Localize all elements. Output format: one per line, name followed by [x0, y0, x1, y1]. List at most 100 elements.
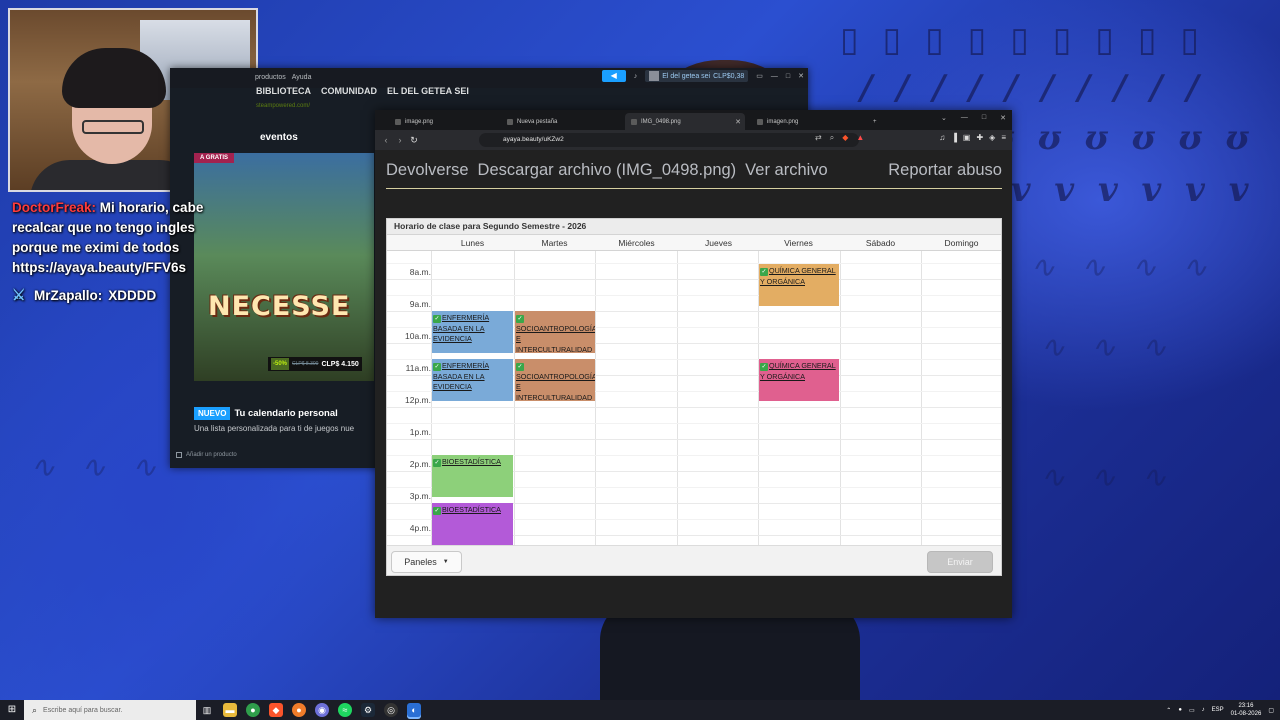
- grid-line: [387, 295, 1001, 296]
- rewards-icon[interactable]: ▲: [856, 133, 864, 143]
- sidebar-icon[interactable]: ▐: [951, 133, 957, 142]
- steam-icon[interactable]: ⚙: [361, 703, 375, 717]
- page-nav: Devolverse Descargar archivo (IMG_0498.p…: [386, 161, 1002, 180]
- new-feature-title: Tu calendario personal: [234, 408, 338, 419]
- browser-active-icon[interactable]: ◐: [407, 703, 421, 717]
- class-event[interactable]: ✓ BIOESTADÍSTICA: [432, 503, 513, 545]
- grid-line: [387, 407, 1001, 408]
- back-link[interactable]: Devolverse: [386, 161, 469, 180]
- maximize-icon[interactable]: □: [982, 114, 986, 122]
- check-icon: ✓: [433, 459, 441, 467]
- back-icon[interactable]: ‹: [379, 135, 393, 145]
- class-event[interactable]: ✓ QUÍMICA GENERAL Y ORGÁNICA: [759, 359, 839, 401]
- spotify-icon[interactable]: ≈: [338, 703, 352, 717]
- windows-start-icon[interactable]: ⊞: [0, 700, 24, 720]
- address-bar[interactable]: ayaya.beauty/uKZw2: [479, 133, 859, 147]
- add-product-button[interactable]: Añadir un producto: [176, 452, 237, 458]
- stream-chat: DoctorFreak: Mi horario, cabe recalcar q…: [12, 198, 242, 306]
- search-icon: ⌕: [32, 704, 38, 715]
- taskbar: ⊞ ⌕ Escribe aquí para buscar. ▥ ▬ ● ◆ ● …: [0, 700, 1280, 720]
- tab-bar: image.png Nueva pestaña IMG_0498.png ✕ i…: [375, 110, 1012, 130]
- chrome-icon[interactable]: ●: [246, 703, 260, 717]
- schedule-image: Horario de clase para Segundo Semestre -…: [386, 218, 1002, 576]
- download-link[interactable]: Descargar archivo (IMG_0498.png): [478, 161, 737, 180]
- file-icon: [631, 118, 637, 125]
- close-icon[interactable]: ✕: [735, 118, 741, 126]
- steam-tray: ◀ ♪ El del getea sei CLP$0,38 ▭ — □ ✕: [601, 70, 804, 82]
- browser-toolbar: ‹ › ↻ ayaya.beauty/uKZw2 ⇄ ⌕ ◆ ▲ ♫ ▐ ▣ ✚…: [375, 130, 1012, 150]
- menu-icon[interactable]: ≡: [1001, 133, 1006, 142]
- zoom-icon[interactable]: ⌕: [830, 133, 834, 143]
- chevron-down-icon[interactable]: ⌄: [941, 114, 947, 122]
- steam-menu-products[interactable]: productos: [255, 74, 286, 81]
- volume-icon[interactable]: ♪: [1202, 707, 1205, 713]
- check-icon: ✓: [516, 363, 524, 371]
- language-indicator[interactable]: ESP: [1212, 707, 1224, 713]
- hour-label: 1p.m.: [409, 427, 431, 437]
- tab-img0498[interactable]: IMG_0498.png ✕: [625, 113, 745, 130]
- panels-dropdown[interactable]: Paneles ▼: [391, 551, 462, 573]
- hour-label: 11a.m.: [405, 363, 431, 373]
- steam-user-menu[interactable]: El del getea sei CLP$0,38: [645, 70, 749, 82]
- steam-nav-library[interactable]: BIBLIOTECA: [256, 86, 311, 96]
- tab-new[interactable]: Nueva pestaña: [501, 113, 621, 130]
- send-button[interactable]: Enviar: [927, 551, 993, 573]
- hour-label: 9a.m.: [409, 299, 431, 309]
- class-event[interactable]: ✓ ENFERMERÍA BASADA EN LA EVIDENCIA: [432, 359, 513, 401]
- reload-icon[interactable]: ↻: [407, 135, 421, 146]
- event-title: SOCIOANTROPOLOGÍA E INTERCULTURALIDAD PA…: [516, 371, 595, 402]
- class-event[interactable]: ✓ QUÍMICA GENERAL Y ORGÁNICA: [759, 264, 839, 306]
- check-icon: ✓: [433, 315, 441, 323]
- obs-icon[interactable]: ◎: [384, 703, 398, 717]
- event-title: ENFERMERÍA BASADA EN LA EVIDENCIA: [433, 313, 490, 343]
- grid-line: [387, 423, 1001, 424]
- discord-icon[interactable]: ◉: [315, 703, 329, 717]
- class-event[interactable]: ✓SOCIOANTROPOLOGÍA E INTERCULTURALIDAD P…: [515, 311, 595, 353]
- steam-menu-help[interactable]: Ayuda: [292, 74, 312, 81]
- steam-display-icon[interactable]: ▭: [756, 72, 763, 80]
- close-icon[interactable]: ✕: [1000, 114, 1006, 122]
- tab-image[interactable]: image.png: [389, 113, 499, 130]
- firefox-icon[interactable]: ●: [292, 703, 306, 717]
- minimize-icon[interactable]: —: [771, 73, 778, 80]
- class-event[interactable]: ✓ BIOESTADÍSTICA: [432, 455, 513, 497]
- megaphone-icon[interactable]: ◀: [601, 70, 626, 82]
- new-feature[interactable]: NUEVO Tu calendario personal: [194, 407, 338, 420]
- wallpaper-pattern: ▯ ▯ ▯ ▯ ▯ ▯ ▯ ▯ ▯: [840, 20, 1206, 60]
- chevron-up-icon[interactable]: ⌃: [1166, 707, 1171, 714]
- wallpaper-pattern: ∿ ∿ ∿: [1040, 330, 1175, 365]
- brave-shield-icon[interactable]: ◆: [842, 133, 848, 143]
- browser-window: image.png Nueva pestaña IMG_0498.png ✕ i…: [375, 110, 1012, 618]
- vpn-icon[interactable]: ◈: [989, 133, 995, 142]
- class-event[interactable]: ✓SOCIOANTROPOLOGÍA E INTERCULTURALIDAD P…: [515, 359, 595, 401]
- view-link[interactable]: Ver archivo: [745, 161, 828, 180]
- bell-icon[interactable]: ♪: [634, 73, 638, 80]
- check-icon: ✓: [760, 268, 768, 276]
- report-link[interactable]: Reportar abuso: [888, 161, 1002, 180]
- notification-icon[interactable]: ▢: [1268, 707, 1274, 714]
- class-event[interactable]: ✓ ENFERMERÍA BASADA EN LA EVIDENCIA: [432, 311, 513, 353]
- mic-icon[interactable]: ●: [1178, 707, 1182, 713]
- network-icon[interactable]: ▭: [1189, 707, 1195, 714]
- tab-imagen[interactable]: imagen.png: [751, 113, 861, 130]
- music-icon[interactable]: ♫: [939, 133, 945, 142]
- forward-icon[interactable]: ›: [393, 135, 407, 145]
- brave-icon[interactable]: ◆: [269, 703, 283, 717]
- day-header: Jueves: [705, 238, 732, 248]
- taskbar-search[interactable]: ⌕ Escribe aquí para buscar.: [24, 700, 196, 720]
- maximize-icon[interactable]: □: [786, 73, 790, 80]
- minimize-icon[interactable]: —: [961, 114, 968, 122]
- task-view-icon[interactable]: ▥: [200, 703, 214, 717]
- translate-icon[interactable]: ⇄: [815, 133, 822, 143]
- clock[interactable]: 23:16 01-08-2026: [1231, 702, 1262, 718]
- file-icon: [395, 118, 401, 125]
- steam-nav-community[interactable]: COMUNIDAD: [321, 86, 377, 96]
- puzzle-icon[interactable]: ✚: [976, 133, 983, 142]
- close-icon[interactable]: ✕: [798, 72, 804, 80]
- new-tab-button[interactable]: +: [873, 113, 887, 130]
- hour-label: 4p.m.: [409, 523, 431, 533]
- wallet-icon[interactable]: ▣: [963, 133, 971, 142]
- steam-nav-profile[interactable]: EL DEL GETEA SEI: [387, 86, 469, 96]
- file-explorer-icon[interactable]: ▬: [223, 703, 237, 717]
- steam-balance: CLP$0,38: [713, 72, 745, 80]
